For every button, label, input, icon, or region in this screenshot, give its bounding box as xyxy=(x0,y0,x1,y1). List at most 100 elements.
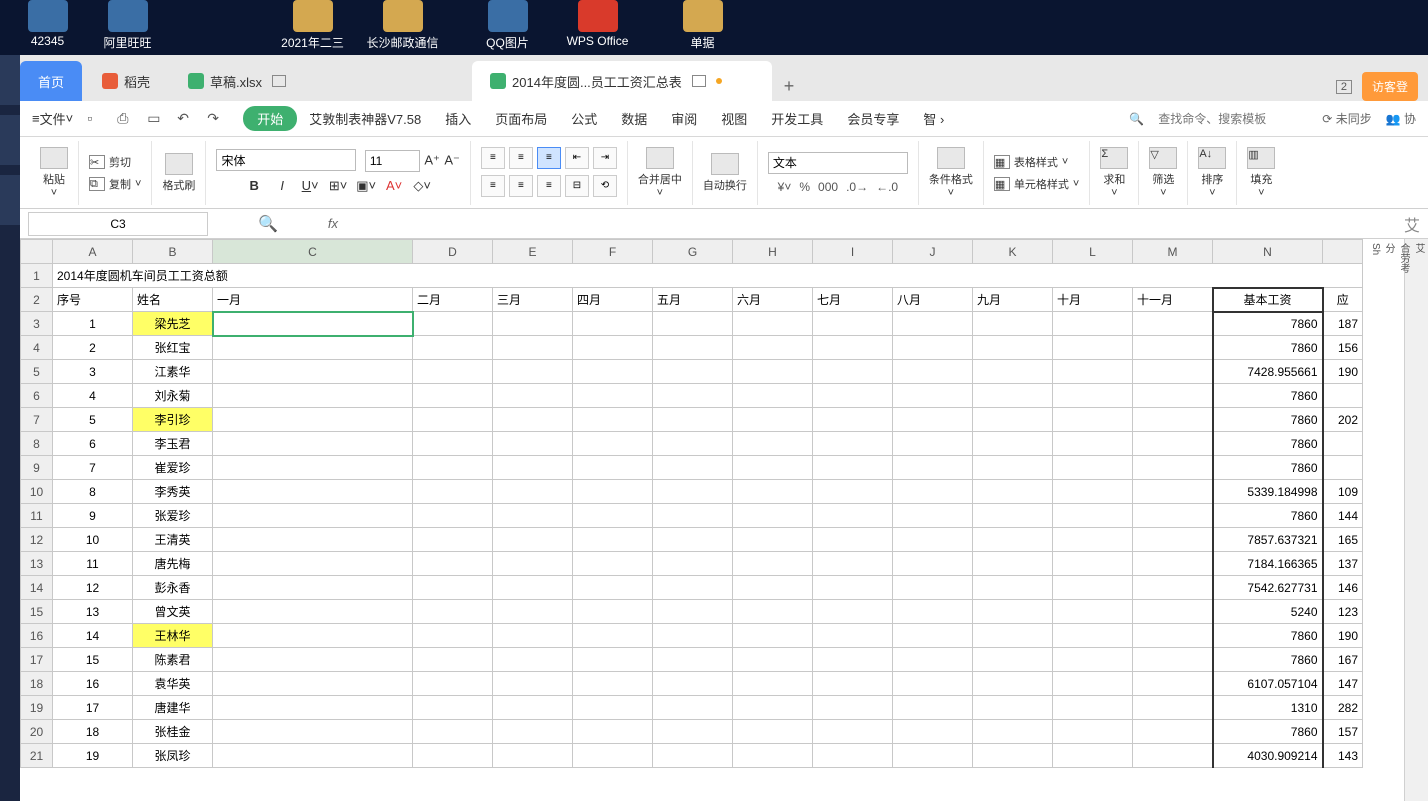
menu-data[interactable]: 数据 xyxy=(609,105,659,132)
cell[interactable] xyxy=(893,624,973,648)
cell[interactable]: 7860 xyxy=(1213,504,1323,528)
cell[interactable]: 张爱珍 xyxy=(133,504,213,528)
cell[interactable] xyxy=(973,648,1053,672)
cell[interactable]: 4 xyxy=(53,384,133,408)
cell[interactable]: 王清英 xyxy=(133,528,213,552)
cell[interactable] xyxy=(653,480,733,504)
cell[interactable] xyxy=(213,744,413,768)
cell[interactable] xyxy=(653,360,733,384)
cell[interactable]: 282 xyxy=(1323,696,1363,720)
cell[interactable] xyxy=(413,744,493,768)
cell[interactable] xyxy=(573,360,653,384)
cell[interactable] xyxy=(1053,456,1133,480)
cell[interactable]: 张凤珍 xyxy=(133,744,213,768)
currency-button[interactable]: ¥˅ xyxy=(778,180,792,194)
cell[interactable] xyxy=(493,504,573,528)
cell[interactable] xyxy=(1053,696,1133,720)
cell[interactable] xyxy=(213,624,413,648)
cell[interactable] xyxy=(213,432,413,456)
format-brush-button[interactable]: 格式刷 xyxy=(162,153,195,193)
cell[interactable]: 18 xyxy=(53,720,133,744)
cell[interactable] xyxy=(893,600,973,624)
cell[interactable]: 7857.637321 xyxy=(1213,528,1323,552)
cell[interactable] xyxy=(733,480,813,504)
cell[interactable] xyxy=(813,480,893,504)
cell[interactable] xyxy=(413,600,493,624)
filter-button[interactable]: ▽筛选˅ xyxy=(1149,147,1177,199)
cell[interactable]: 5240 xyxy=(1213,600,1323,624)
cell[interactable] xyxy=(653,456,733,480)
cell[interactable] xyxy=(653,600,733,624)
col-header-F[interactable]: F xyxy=(573,240,653,264)
cell[interactable]: 张红宝 xyxy=(133,336,213,360)
cell[interactable]: 崔爱珍 xyxy=(133,456,213,480)
cell[interactable] xyxy=(733,504,813,528)
cell[interactable]: 7 xyxy=(53,456,133,480)
cell[interactable] xyxy=(493,480,573,504)
cell[interactable]: 7860 xyxy=(1213,624,1323,648)
cell[interactable]: 七月 xyxy=(813,288,893,312)
cell[interactable] xyxy=(493,576,573,600)
print-icon[interactable]: ⎙ xyxy=(117,110,135,128)
cell[interactable] xyxy=(653,312,733,336)
cell[interactable] xyxy=(813,432,893,456)
cell[interactable] xyxy=(213,360,413,384)
cell[interactable] xyxy=(973,384,1053,408)
font-shrink-icon[interactable]: A⁻ xyxy=(444,153,460,168)
col-header-O[interactable] xyxy=(1323,240,1363,264)
cell[interactable] xyxy=(413,552,493,576)
cell[interactable] xyxy=(813,624,893,648)
cell[interactable]: 1 xyxy=(53,312,133,336)
cell[interactable] xyxy=(1133,480,1213,504)
row-header[interactable]: 11 xyxy=(21,504,53,528)
cell[interactable]: 6107.057104 xyxy=(1213,672,1323,696)
cell[interactable] xyxy=(493,648,573,672)
menu-more[interactable]: 智 › xyxy=(911,105,956,132)
name-box[interactable] xyxy=(28,212,208,236)
cell[interactable] xyxy=(413,504,493,528)
cell[interactable] xyxy=(973,720,1053,744)
col-header-N[interactable]: N xyxy=(1213,240,1323,264)
cell[interactable] xyxy=(813,408,893,432)
sync-status[interactable]: ⟳ 未同步 xyxy=(1322,110,1371,127)
cell[interactable] xyxy=(1323,456,1363,480)
cell[interactable] xyxy=(653,720,733,744)
cell[interactable]: 11 xyxy=(53,552,133,576)
cell[interactable] xyxy=(493,552,573,576)
sort-button[interactable]: A↓排序˅ xyxy=(1198,147,1226,199)
cell[interactable] xyxy=(213,648,413,672)
cell[interactable] xyxy=(813,552,893,576)
cell[interactable] xyxy=(653,408,733,432)
cell[interactable] xyxy=(493,744,573,768)
align-right-button[interactable]: ≡ xyxy=(537,175,561,197)
cell[interactable] xyxy=(1053,744,1133,768)
col-header-C[interactable]: C xyxy=(213,240,413,264)
cell[interactable]: 7542.627731 xyxy=(1213,576,1323,600)
cell[interactable] xyxy=(893,648,973,672)
col-header-B[interactable]: B xyxy=(133,240,213,264)
cell[interactable] xyxy=(573,384,653,408)
cell[interactable] xyxy=(653,576,733,600)
desktop-icon[interactable]: 长沙邮政通信 xyxy=(365,0,440,51)
cell[interactable] xyxy=(413,696,493,720)
cell[interactable]: 187 xyxy=(1323,312,1363,336)
cell[interactable] xyxy=(493,408,573,432)
erase-button[interactable]: ◇˅ xyxy=(412,178,432,196)
cell[interactable] xyxy=(573,480,653,504)
col-header-L[interactable]: L xyxy=(1053,240,1133,264)
cell[interactable]: 陈素君 xyxy=(133,648,213,672)
cell[interactable] xyxy=(733,672,813,696)
cell[interactable]: 17 xyxy=(53,696,133,720)
cell[interactable]: 彭永香 xyxy=(133,576,213,600)
cell[interactable] xyxy=(813,336,893,360)
wrap-text-button[interactable]: 自动换行 xyxy=(703,153,747,193)
cell[interactable] xyxy=(573,456,653,480)
save-icon[interactable]: ▫ xyxy=(87,110,105,128)
cell[interactable] xyxy=(813,672,893,696)
cell[interactable] xyxy=(573,504,653,528)
cell[interactable]: 8 xyxy=(53,480,133,504)
cell[interactable] xyxy=(1053,624,1133,648)
cell[interactable]: 六月 xyxy=(733,288,813,312)
cell[interactable]: 2 xyxy=(53,336,133,360)
cell[interactable] xyxy=(733,624,813,648)
